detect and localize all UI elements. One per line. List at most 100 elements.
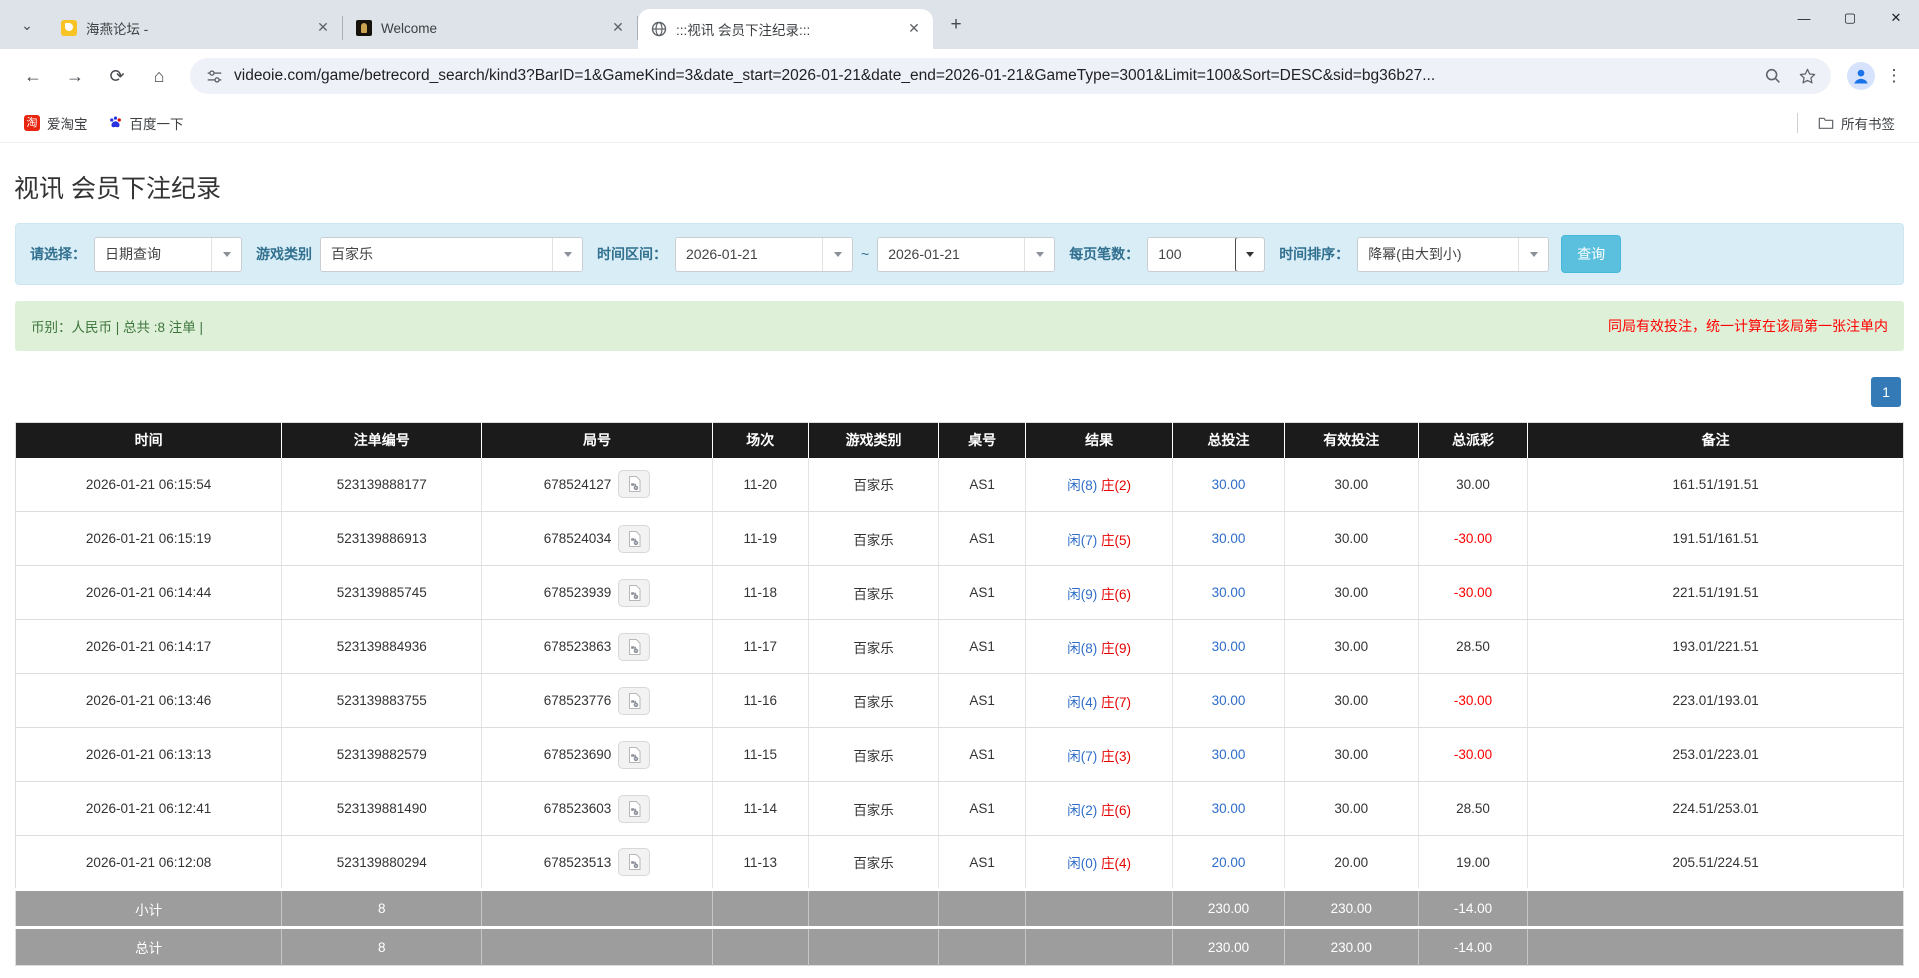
cell-valid-bet: 30.00 [1284,620,1418,674]
cell-result: 闲(0) 庄(4) [1026,836,1173,890]
header-session: 场次 [712,423,808,458]
video-replay-icon[interactable] [618,848,650,876]
chevron-down-icon[interactable] [1235,237,1265,272]
page-1-button[interactable]: 1 [1871,377,1901,407]
video-replay-icon[interactable] [618,579,650,607]
browser-tab-bar: ⌄ 海燕论坛 - ✕ Welcome ✕ :::视讯 会员下注纪录::: ✕ +… [0,0,1919,49]
payout-value: -30.00 [1454,747,1492,762]
cell-total-bet: 30.00 [1173,512,1284,566]
tab-close-icon[interactable]: ✕ [609,19,627,37]
site-settings-icon[interactable] [204,66,224,86]
video-replay-icon[interactable] [618,470,650,498]
address-bar[interactable]: videoie.com/game/betrecord_search/kind3?… [190,58,1831,94]
range-tilde: ~ [861,246,869,262]
forum-favicon-icon [60,20,77,37]
cell-table-no: AS1 [939,728,1026,782]
total-bet-link[interactable]: 30.00 [1212,531,1246,546]
cell-time: 2026-01-21 06:15:54 [16,458,282,512]
all-bookmarks-button[interactable]: 所有书签 [1808,108,1905,138]
tab-welcome[interactable]: Welcome ✕ [343,16,638,40]
search-button[interactable]: 查询 [1561,235,1621,273]
table-row: 2026-01-21 06:13:46523139883755678523776… [16,674,1904,728]
video-replay-icon[interactable] [618,525,650,553]
bookmark-aitaobao[interactable]: 淘 爱淘宝 [14,108,98,138]
date-end-input[interactable]: 2026-01-21 [877,237,1055,272]
payout-value: -30.00 [1454,531,1492,546]
total-count: 8 [282,928,482,966]
cell-game-type: 百家乐 [808,512,938,566]
cell-payout: -30.00 [1418,728,1528,782]
cell-total-bet: 30.00 [1173,674,1284,728]
tab-forum[interactable]: 海燕论坛 - ✕ [48,16,343,40]
sort-select[interactable]: 降幂(由大到小) [1357,237,1549,272]
chevron-down-icon[interactable] [1518,238,1548,271]
total-bet-link[interactable]: 20.00 [1212,855,1246,870]
cell-total-bet: 30.00 [1173,728,1284,782]
per-page-input[interactable]: 100 [1147,237,1265,272]
chevron-down-icon[interactable] [822,238,852,271]
result-player: 闲(7) [1067,749,1097,764]
cell-table-no: AS1 [939,512,1026,566]
total-bet-link[interactable]: 30.00 [1212,639,1246,654]
maximize-button[interactable]: ▢ [1827,0,1873,36]
per-page-value: 100 [1148,238,1236,271]
cell-total-bet: 30.00 [1173,620,1284,674]
cell-session: 11-13 [712,836,808,890]
close-button[interactable]: ✕ [1873,0,1919,36]
total-bet-link[interactable]: 30.00 [1212,801,1246,816]
cell-payout: 28.50 [1418,620,1528,674]
new-tab-button[interactable]: + [941,10,971,40]
tab-search-chevron-icon[interactable]: ⌄ [10,8,44,42]
chevron-down-icon[interactable] [1024,238,1054,271]
payout-value: 28.50 [1456,639,1490,654]
total-bet-link[interactable]: 30.00 [1212,747,1246,762]
tab-bet-record-active[interactable]: :::视讯 会员下注纪录::: ✕ [638,9,933,49]
cell-round-id: 678524034 [482,512,712,566]
video-replay-icon[interactable] [618,687,650,715]
total-bet-link[interactable]: 30.00 [1212,693,1246,708]
query-type-select[interactable]: 日期查询 [94,237,242,272]
cell-valid-bet: 30.00 [1284,512,1418,566]
back-icon[interactable]: ← [16,59,50,93]
header-result: 结果 [1026,423,1173,458]
cell-note: 191.51/161.51 [1528,512,1904,566]
game-type-select[interactable]: 百家乐 [320,237,583,272]
cell-payout: -30.00 [1418,674,1528,728]
cell-table-no: AS1 [939,620,1026,674]
video-replay-icon[interactable] [618,795,650,823]
cell-time: 2026-01-21 06:15:19 [16,512,282,566]
cell-valid-bet: 30.00 [1284,566,1418,620]
video-replay-icon[interactable] [618,741,650,769]
window-controls: — ▢ ✕ [1781,0,1919,36]
zoom-icon[interactable] [1763,66,1783,86]
bookmark-baidu[interactable]: 百度一下 [98,108,194,138]
video-replay-icon[interactable] [618,633,650,661]
chevron-down-icon[interactable] [211,238,241,271]
cell-bet-id: 523139882579 [282,728,482,782]
table-body: 2026-01-21 06:15:54523139888177678524127… [16,458,1904,890]
cell-total-bet: 30.00 [1173,782,1284,836]
subtotal-valid-bet: 230.00 [1284,890,1418,928]
home-icon[interactable]: ⌂ [142,59,176,93]
total-bet-link[interactable]: 30.00 [1212,585,1246,600]
profile-avatar[interactable] [1847,62,1875,90]
minimize-button[interactable]: — [1781,0,1827,36]
total-bet-link[interactable]: 30.00 [1212,477,1246,492]
cell-game-type: 百家乐 [808,674,938,728]
bookmark-star-icon[interactable] [1797,66,1817,86]
bookmark-label: 百度一下 [130,113,184,133]
cell-note: 161.51/191.51 [1528,458,1904,512]
table-row: 2026-01-21 06:15:54523139888177678524127… [16,458,1904,512]
tab-close-icon[interactable]: ✕ [905,20,923,38]
tab-close-icon[interactable]: ✕ [314,19,332,37]
browser-menu-icon[interactable]: ⋮ [1881,59,1907,93]
chevron-down-icon[interactable] [552,238,582,271]
reload-icon[interactable]: ⟳ [100,59,134,93]
cell-bet-id: 523139881490 [282,782,482,836]
forward-icon[interactable]: → [58,59,92,93]
url-text[interactable]: videoie.com/game/betrecord_search/kind3?… [234,67,1755,85]
cell-note: 224.51/253.01 [1528,782,1904,836]
date-start-input[interactable]: 2026-01-21 [675,237,853,272]
bookmark-label: 爱淘宝 [47,113,88,133]
cell-session: 11-18 [712,566,808,620]
